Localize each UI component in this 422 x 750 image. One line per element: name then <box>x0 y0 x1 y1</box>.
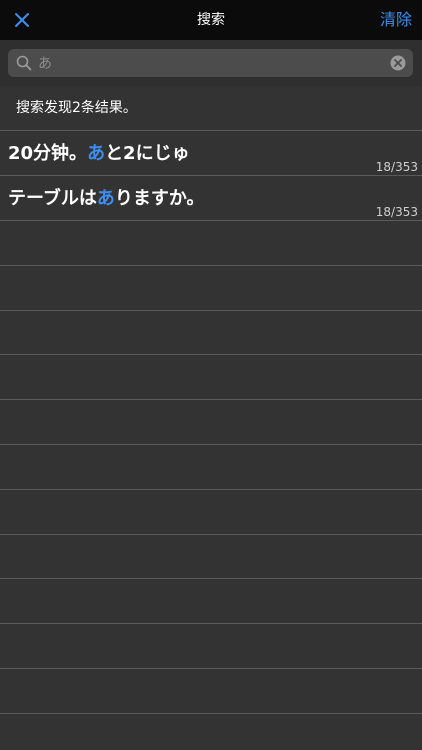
page-title: 搜索 <box>197 12 225 28</box>
divider <box>0 220 422 221</box>
divider <box>0 265 422 266</box>
divider <box>0 354 422 355</box>
clear-button[interactable]: 清除 <box>380 0 412 40</box>
divider <box>0 444 422 445</box>
divider <box>0 399 422 400</box>
result-text: 20分钟。あと2にじゅ <box>8 139 190 165</box>
search-field[interactable] <box>8 49 413 77</box>
divider <box>0 310 422 311</box>
divider <box>0 713 422 714</box>
result-row[interactable]: 20分钟。あと2にじゅ 18/353 <box>0 131 422 175</box>
search-bar <box>0 40 422 86</box>
result-position: 18/353 <box>375 205 418 219</box>
clear-search-icon[interactable] <box>390 55 406 71</box>
result-match-highlight: あ <box>96 188 115 209</box>
divider <box>0 578 422 579</box>
divider <box>0 623 422 624</box>
result-position: 18/353 <box>375 160 418 174</box>
search-icon <box>16 55 32 71</box>
search-screen: 搜索 清除 搜索发现2条结果。 20分钟。あと2にじゅ 18/353 テーブルは… <box>0 0 422 750</box>
result-text: テーブルはありますか。 <box>8 184 205 210</box>
result-match-highlight: あ <box>87 143 106 164</box>
result-text-before: テーブルは <box>8 188 97 209</box>
result-text-after: と2にじゅ <box>105 143 190 164</box>
divider <box>0 489 422 490</box>
results-summary: 搜索发现2条结果。 <box>16 100 137 116</box>
result-text-after: りますか。 <box>114 188 205 209</box>
result-row[interactable]: テーブルはありますか。 18/353 <box>0 176 422 220</box>
search-input[interactable] <box>38 49 378 77</box>
navigation-bar: 搜索 清除 <box>0 0 422 40</box>
divider <box>0 668 422 669</box>
result-text-before: 20分钟。 <box>8 143 88 164</box>
divider <box>0 534 422 535</box>
